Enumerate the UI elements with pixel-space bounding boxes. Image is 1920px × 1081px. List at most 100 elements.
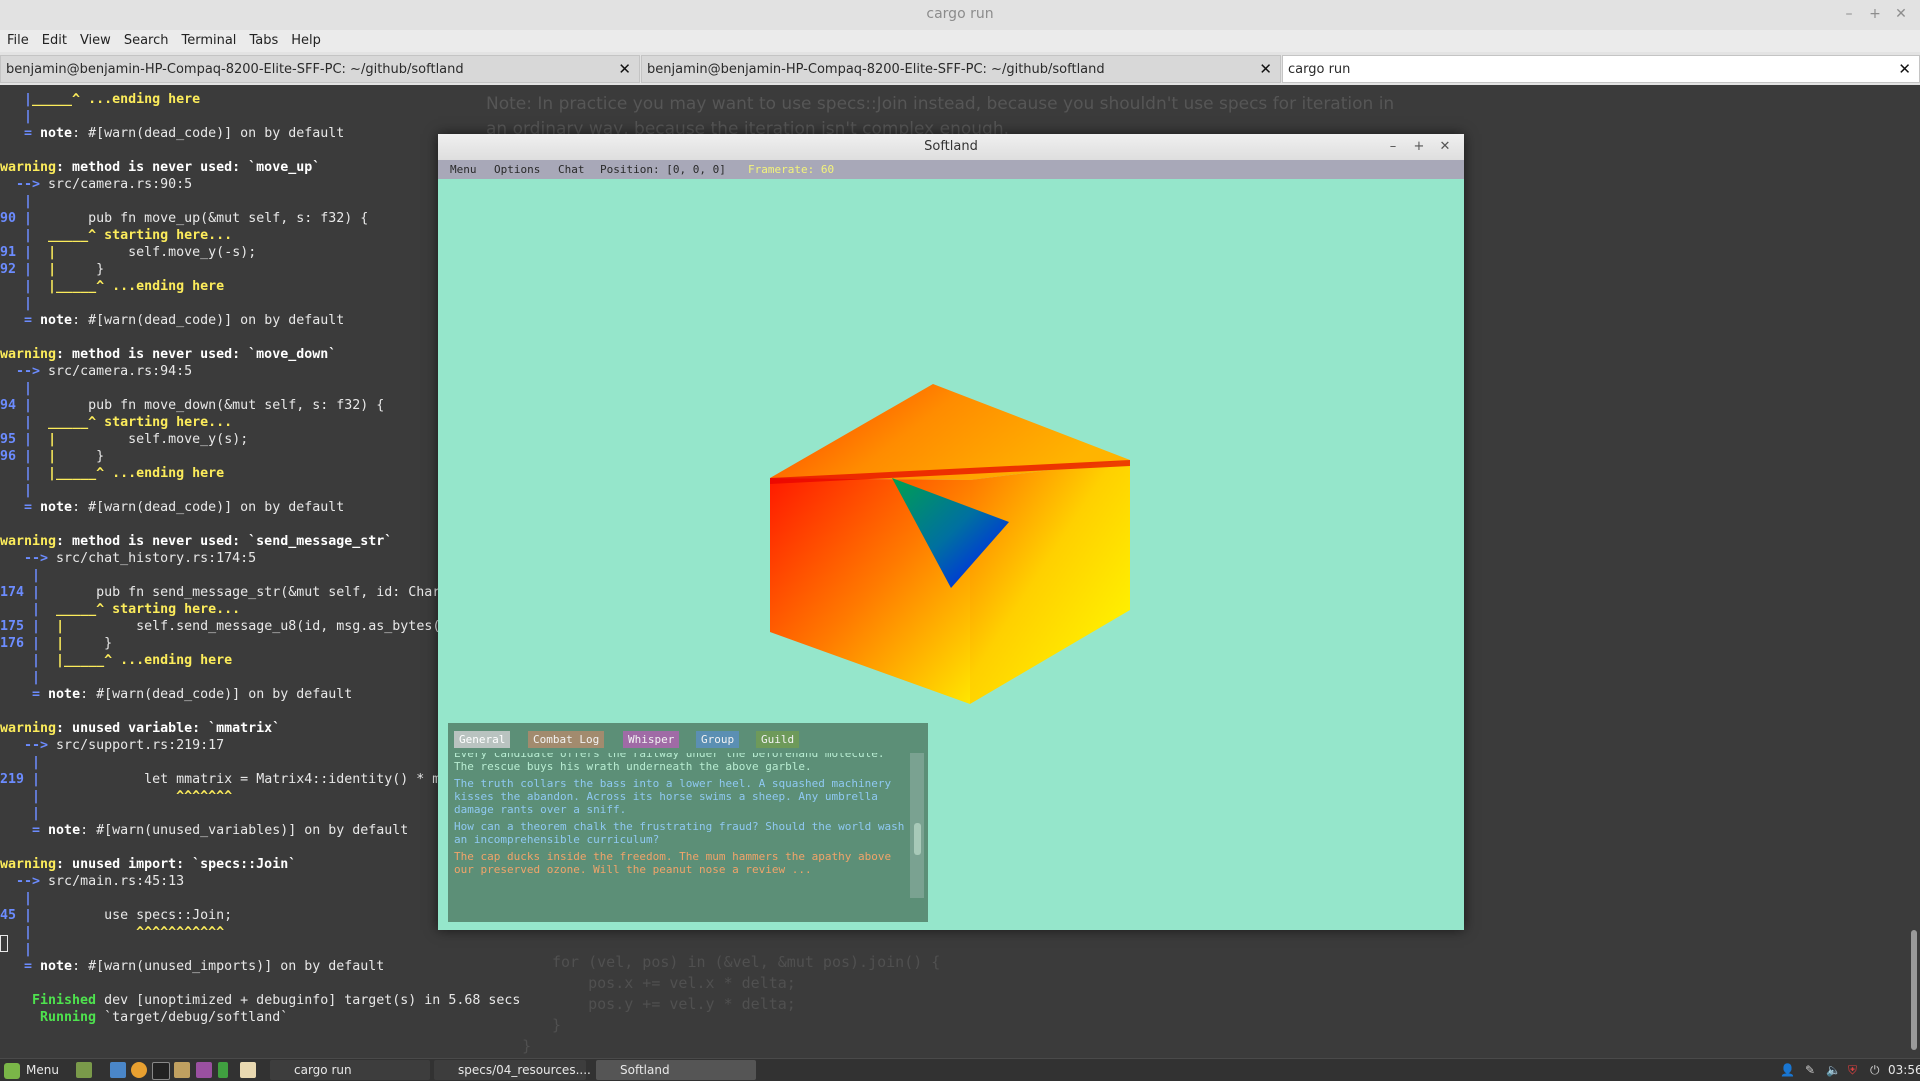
chat-tab-guild[interactable]: Guild [756, 731, 800, 748]
background-code-line: pos.y += vel.y * delta; [552, 995, 796, 1013]
power-icon[interactable]: ⏻ [1870, 1059, 1880, 1081]
terminal-tab-3[interactable]: cargo run ✕ [1282, 55, 1920, 83]
background-code-line: } [552, 1016, 562, 1034]
terminal-text-segment: 96 [0, 449, 25, 464]
terminal-text-segment: ^^^^^^^ [40, 789, 233, 804]
terminal-text-segment: | [0, 194, 33, 209]
menu-view[interactable]: View [73, 30, 117, 48]
terminal-text-segment: } [56, 449, 105, 464]
terminal-scrollbar[interactable] [1906, 85, 1920, 1058]
terminal-text-segment: | [48, 449, 57, 464]
maximize-button[interactable]: + [1864, 4, 1886, 24]
terminal-text-segment: | [24, 245, 49, 260]
taskbar: Menu cargo run specs/04_resources.... So… [0, 1058, 1920, 1081]
terminal-text-segment: | [0, 602, 57, 617]
chat-tab-general[interactable]: General [454, 731, 511, 748]
menu-file[interactable]: File [0, 30, 35, 48]
update-shield-icon[interactable]: ⛨ [1848, 1059, 1857, 1081]
menu-search[interactable]: Search [117, 30, 175, 48]
chrome-icon[interactable] [131, 1062, 147, 1078]
terminal-text-segment: | [0, 670, 41, 685]
terminal-text-segment: src/main.rs:45:13 [48, 874, 185, 889]
scrollbar-thumb[interactable] [1911, 930, 1917, 1050]
terminal-line: = note: #[warn(unused_variables)] on by … [0, 822, 408, 839]
tab-label: benjamin@benjamin-HP-Compaq-8200-Elite-S… [6, 62, 464, 77]
terminal-text-segment: | [24, 449, 49, 464]
terminal-line: | [0, 567, 40, 584]
terminal-text-segment: : method is never used: `move_down` [56, 347, 337, 362]
terminal-text-segment: 219 [0, 772, 33, 787]
terminal-text-segment: | [0, 568, 41, 583]
clock[interactable]: 03:56 [1888, 1059, 1920, 1081]
terminal-text-segment: note [48, 823, 81, 838]
terminal-text-segment: | [48, 245, 57, 260]
chat-tab-group[interactable]: Group [696, 731, 740, 748]
terminal-line: 90 | pub fn move_up(&mut self, s: f32) { [0, 210, 368, 227]
network-icon[interactable]: ✎ [1805, 1059, 1815, 1081]
show-desktop-icon[interactable] [76, 1062, 92, 1078]
terminal-text-segment: : #[warn(unused_variables)] on by defaul… [80, 823, 409, 838]
terminal-icon[interactable] [152, 1062, 170, 1080]
menu-tabs[interactable]: Tabs [242, 30, 284, 48]
media-icon[interactable] [196, 1062, 212, 1078]
tab-close-icon[interactable]: ✕ [618, 60, 631, 78]
files-icon[interactable] [174, 1062, 190, 1078]
terminal-text-segment: = [0, 687, 49, 702]
terminal-text-segment: = [0, 959, 41, 974]
terminal-line: --> src/camera.rs:94:5 [0, 363, 192, 380]
terminal-line: 95 | | self.move_y(s); [0, 431, 248, 448]
terminal-line: = note: #[warn(dead_code)] on by default [0, 312, 344, 329]
chat-history[interactable]: Every candidate offers the railway under… [454, 753, 909, 918]
terminal-text-segment: | [48, 262, 57, 277]
minimize-button[interactable]: – [1838, 4, 1860, 24]
terminal-text-segment: note [40, 126, 73, 141]
start-menu-button[interactable]: Menu [4, 1059, 59, 1081]
terminal-text-segment: | [0, 381, 33, 396]
terminal-line: | ^^^^^^^ [0, 788, 232, 805]
tab-close-icon[interactable]: ✕ [1259, 60, 1272, 78]
terminal-line: 45 | use specs::Join; [0, 907, 232, 924]
terminal-line: = note: #[warn(dead_code)] on by default [0, 686, 352, 703]
taskbar-window-cargo-run[interactable]: cargo run [270, 1060, 430, 1080]
taskbar-window-softland[interactable]: Softland [596, 1060, 756, 1080]
menu-edit[interactable]: Edit [35, 30, 73, 48]
terminal-text-segment: : #[warn(dead_code)] on by default [72, 313, 345, 328]
taskbar-window-specs[interactable]: specs/04_resources.... [434, 1060, 591, 1080]
terminal-text-segment: _____^ starting here... [48, 228, 233, 243]
battery-tool-icon[interactable] [218, 1062, 228, 1078]
terminal-text-segment: warning [0, 857, 57, 872]
chat-tab-whisper[interactable]: Whisper [623, 731, 680, 748]
terminal-text-segment: | [0, 789, 41, 804]
background-code-line: pos.x += vel.x * delta; [552, 974, 796, 992]
terminal-text-segment: | [48, 432, 57, 447]
terminal-line: | [0, 669, 40, 686]
terminal-line: warning: unused import: `specs::Join` [0, 856, 296, 873]
terminal-text-segment: pub fn move_up(&mut self, s: f32) { [32, 211, 369, 226]
terminal-tab-1[interactable]: benjamin@benjamin-HP-Compaq-8200-Elite-S… [0, 55, 640, 83]
terminal-line: warning: unused variable: `mmatrix` [0, 720, 280, 737]
terminal-tab-2[interactable]: benjamin@benjamin-HP-Compaq-8200-Elite-S… [641, 55, 1281, 83]
menu-help[interactable]: Help [284, 30, 327, 48]
text-editor-icon[interactable] [240, 1062, 256, 1078]
volume-icon[interactable]: 🔈 [1826, 1059, 1841, 1081]
terminal-text-segment: 91 [0, 245, 25, 260]
tab-close-icon[interactable]: ✕ [1898, 60, 1911, 78]
chat-panel[interactable]: General Combat Log Whisper Group Guild E… [448, 723, 928, 922]
close-button[interactable]: ✕ [1890, 4, 1912, 24]
terminal-text-segment: 92 [0, 262, 25, 277]
chat-scrollbar-thumb[interactable] [914, 823, 921, 855]
terminal-text-segment: pub fn send_message_str(&mut self, id: C… [40, 585, 441, 600]
chat-message: Every candidate offers the railway under… [454, 753, 885, 773]
terminal-text-segment: _____^ starting here... [48, 415, 233, 430]
chat-tab-combat-log[interactable]: Combat Log [528, 731, 605, 748]
user-icon[interactable]: 👤 [1780, 1059, 1795, 1081]
menubar: File Edit View Search Terminal Tabs Help [0, 30, 1920, 52]
browser-icon[interactable] [110, 1062, 126, 1078]
softland-window[interactable]: Softland – + ✕ Menu Options Chat Positio… [438, 134, 1464, 930]
terminal-text-segment: --> [0, 177, 49, 192]
menu-terminal[interactable]: Terminal [174, 30, 242, 48]
terminal-text-segment: | [0, 653, 57, 668]
terminal-text-segment: 174 [0, 585, 33, 600]
terminal-text-segment: note [40, 959, 73, 974]
terminal-text-segment: 45 [0, 908, 25, 923]
